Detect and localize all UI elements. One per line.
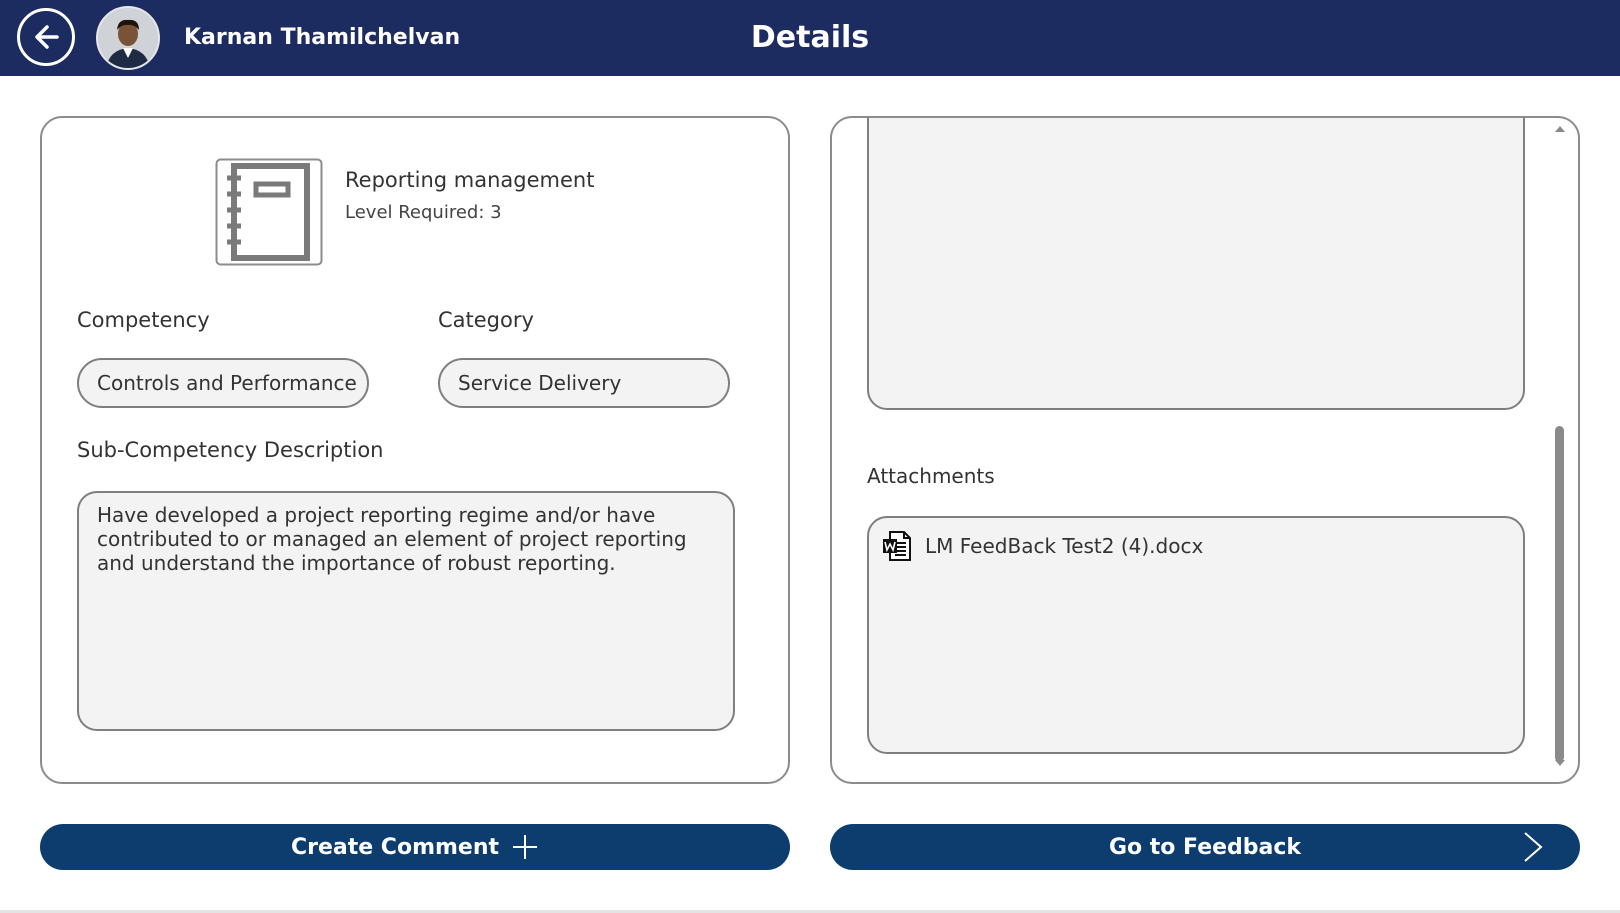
attachments-label: Attachments <box>867 464 995 488</box>
details-text-box <box>867 118 1525 410</box>
chevron-right-icon <box>1524 832 1543 862</box>
header-bar: Karnan Thamilchelvan Details <box>0 0 1620 76</box>
go-to-feedback-label: Go to Feedback <box>1108 834 1302 860</box>
competency-field: Controls and Performance <box>77 358 369 408</box>
description-label: Sub-Competency Description <box>77 438 384 462</box>
create-comment-label: Create Comment <box>290 834 500 860</box>
plus-icon <box>513 835 538 859</box>
category-label: Category <box>438 308 534 332</box>
scroll-up-arrow-icon[interactable] <box>1555 126 1565 132</box>
competency-label: Competency <box>77 308 210 332</box>
attachment-file-name: LM FeedBack Test2 (4).docx <box>925 534 1204 558</box>
details-panel: Attachments LM FeedBack Test2 (4).docx <box>830 116 1580 784</box>
description-field: Have developed a project reporting regim… <box>77 491 735 731</box>
scrollbar[interactable] <box>1552 126 1568 766</box>
attachments-box: LM FeedBack Test2 (4).docx <box>867 516 1525 754</box>
scrollbar-thumb[interactable] <box>1555 426 1564 762</box>
create-comment-button[interactable]: Create Comment <box>40 824 790 870</box>
level-required: Level Required: 3 <box>345 202 502 223</box>
go-to-feedback-button[interactable]: Go to Feedback <box>830 824 1580 870</box>
page-title: Details <box>750 20 870 55</box>
attachment-item[interactable]: LM FeedBack Test2 (4).docx <box>881 530 1203 562</box>
competency-title: Reporting management <box>345 168 595 192</box>
notebook-icon <box>215 158 323 266</box>
competency-card: Reporting management Level Required: 3 C… <box>40 116 790 784</box>
scroll-down-arrow-icon[interactable] <box>1555 760 1565 766</box>
word-document-icon <box>883 531 911 561</box>
category-field: Service Delivery <box>438 358 730 408</box>
